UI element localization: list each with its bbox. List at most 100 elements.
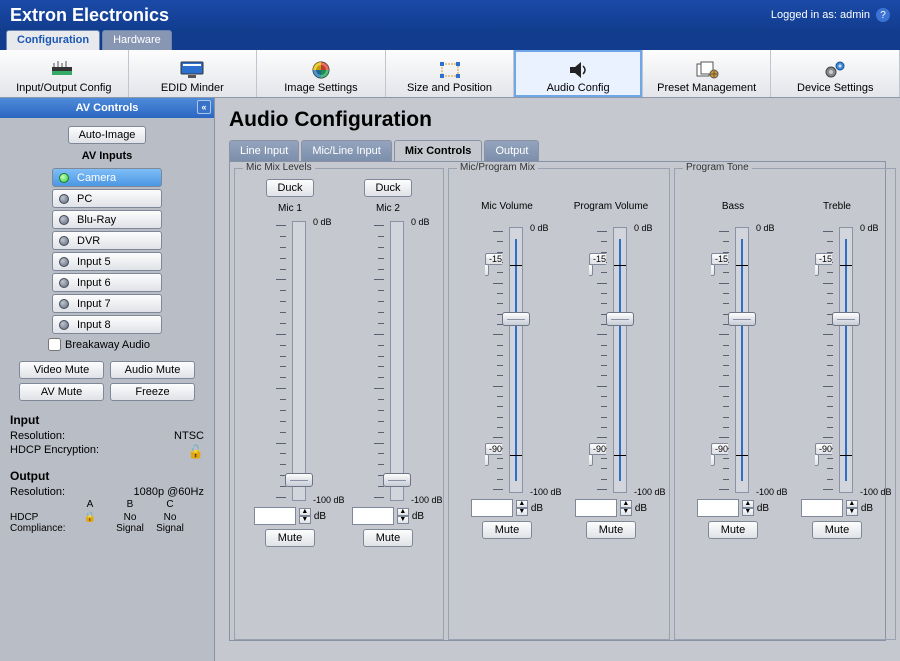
mic-program-mix-group: Mic/Program Mix Mic Volume 0 dB -100 dB — [448, 168, 670, 640]
mic-volume-mute-button[interactable]: Mute — [482, 521, 532, 539]
tool-preset-management[interactable]: Preset Management — [643, 50, 772, 97]
tool-image-settings[interactable]: Image Settings — [257, 50, 386, 97]
slider-thumb[interactable] — [502, 312, 530, 326]
program-volume-input[interactable] — [575, 499, 617, 517]
output-section-title: Output — [10, 469, 204, 483]
tool-edid[interactable]: EDID Minder — [129, 50, 258, 97]
status-dot-icon — [59, 278, 69, 288]
input-pc[interactable]: PC — [52, 189, 162, 208]
lock-icon: 🔒 — [70, 512, 110, 534]
program-volume-mute-button[interactable]: Mute — [586, 521, 636, 539]
mic2-channel: Duck Mic 2 0 dB -100 dB ▲▼dB — [339, 179, 437, 633]
tab-hardware[interactable]: Hardware — [102, 30, 172, 50]
slider-ticks — [369, 221, 387, 501]
treble-channel: Treble 0 dB -100 dB -15 -90 — [785, 179, 889, 633]
mic1-channel: Duck Mic 1 0 dB -100 dB ▲▼dB — [241, 179, 339, 633]
input-section-title: Input — [10, 413, 204, 427]
tool-audio-config[interactable]: Audio Config — [514, 50, 643, 97]
tab-configuration[interactable]: Configuration — [6, 30, 100, 50]
tool-device-settings[interactable]: Device Settings — [771, 50, 900, 97]
slider-thumb[interactable] — [383, 473, 411, 487]
mic1-value-input[interactable] — [254, 507, 296, 525]
input-7[interactable]: Input 7 — [52, 294, 162, 313]
tool-io-config[interactable]: Input/Output Config — [0, 50, 129, 97]
spin-up-icon[interactable]: ▲ — [299, 508, 311, 516]
av-mute-button[interactable]: AV Mute — [19, 383, 104, 401]
status-dot-icon — [59, 299, 69, 309]
program-tone-group: Program Tone Bass 0 dB -100 dB — [674, 168, 896, 640]
subtab-mic-line-input[interactable]: Mic/Line Input — [301, 140, 391, 161]
top-tab-bar: Configuration Hardware — [0, 30, 900, 50]
input-bluray[interactable]: Blu-Ray — [52, 210, 162, 229]
bass-mute-button[interactable]: Mute — [708, 521, 758, 539]
mic1-slider[interactable]: 0 dB -100 dB — [289, 221, 309, 501]
program-volume-slider[interactable]: 0 dB -100 dB -15 -90 — [610, 227, 630, 493]
slider-thumb[interactable] — [285, 473, 313, 487]
output-resolution-value: 1080p @60Hz — [134, 486, 205, 498]
preset-icon — [695, 58, 719, 82]
treble-mute-button[interactable]: Mute — [812, 521, 862, 539]
spin-down-icon[interactable]: ▼ — [846, 508, 858, 516]
spin-up-icon[interactable]: ▲ — [846, 500, 858, 508]
status-dot-icon — [59, 215, 69, 225]
subtab-mix-controls[interactable]: Mix Controls — [394, 140, 483, 161]
color-wheel-icon — [311, 58, 331, 82]
freeze-button[interactable]: Freeze — [110, 383, 195, 401]
audio-mute-button[interactable]: Audio Mute — [110, 361, 195, 379]
input-8[interactable]: Input 8 — [52, 315, 162, 334]
mic1-duck-button[interactable]: Duck — [266, 179, 313, 197]
auto-image-button[interactable]: Auto-Image — [68, 126, 147, 144]
status-dot-icon — [59, 320, 69, 330]
spin-up-icon[interactable]: ▲ — [397, 508, 409, 516]
input-dvr[interactable]: DVR — [52, 231, 162, 250]
toolbar: Input/Output Config EDID Minder Image Se… — [0, 50, 900, 98]
spin-up-icon[interactable]: ▲ — [742, 500, 754, 508]
treble-value-input[interactable] — [801, 499, 843, 517]
status-dot-icon — [59, 173, 69, 183]
mic2-slider[interactable]: 0 dB -100 dB — [387, 221, 407, 501]
spin-down-icon[interactable]: ▼ — [620, 508, 632, 516]
bass-slider[interactable]: 0 dB -100 dB -15 -90 — [732, 227, 752, 493]
input-5[interactable]: Input 5 — [52, 252, 162, 271]
program-volume-channel: Program Volume 0 dB -100 dB -15 -90 — [559, 179, 663, 633]
sidebar-title: AV Controls « — [0, 98, 214, 118]
spin-down-icon[interactable]: ▼ — [516, 508, 528, 516]
collapse-icon[interactable]: « — [197, 100, 211, 114]
login-status: Logged in as: admin — [771, 9, 870, 21]
spin-up-icon[interactable]: ▲ — [516, 500, 528, 508]
mic-volume-input[interactable] — [471, 499, 513, 517]
bounds-icon — [439, 58, 461, 82]
input-resolution-value: NTSC — [174, 430, 204, 442]
sidebar: AV Controls « Auto-Image AV Inputs Camer… — [0, 98, 215, 661]
status-dot-icon — [59, 236, 69, 246]
unlock-icon: 🔓 — [188, 444, 204, 460]
spin-down-icon[interactable]: ▼ — [299, 516, 311, 524]
subtab-line-input[interactable]: Line Input — [229, 140, 299, 161]
gears-icon — [823, 58, 847, 82]
video-mute-button[interactable]: Video Mute — [19, 361, 104, 379]
mic2-value-input[interactable] — [352, 507, 394, 525]
bass-value-input[interactable] — [697, 499, 739, 517]
subtab-output[interactable]: Output — [484, 140, 539, 161]
spin-down-icon[interactable]: ▼ — [397, 516, 409, 524]
slider-thumb[interactable] — [832, 312, 860, 326]
main-panel: Audio Configuration Line Input Mic/Line … — [215, 98, 900, 661]
page-title: Audio Configuration — [229, 108, 886, 132]
spin-down-icon[interactable]: ▼ — [742, 508, 754, 516]
mic-volume-slider[interactable]: 0 dB -100 dB -15 -90 — [506, 227, 526, 493]
slider-thumb[interactable] — [728, 312, 756, 326]
io-icon — [50, 58, 78, 82]
treble-slider[interactable]: 0 dB -100 dB -15 -90 — [836, 227, 856, 493]
input-6[interactable]: Input 6 — [52, 273, 162, 292]
help-icon[interactable]: ? — [876, 8, 890, 22]
monitor-icon — [179, 58, 205, 82]
breakaway-audio-checkbox[interactable]: Breakaway Audio — [48, 338, 202, 351]
mic-volume-channel: Mic Volume 0 dB -100 dB -15 -90 — [455, 179, 559, 633]
mic2-duck-button[interactable]: Duck — [364, 179, 411, 197]
mic2-mute-button[interactable]: Mute — [363, 529, 413, 547]
spin-up-icon[interactable]: ▲ — [620, 500, 632, 508]
tool-size-position[interactable]: Size and Position — [386, 50, 515, 97]
input-camera[interactable]: Camera — [52, 168, 162, 187]
slider-thumb[interactable] — [606, 312, 634, 326]
mic1-mute-button[interactable]: Mute — [265, 529, 315, 547]
